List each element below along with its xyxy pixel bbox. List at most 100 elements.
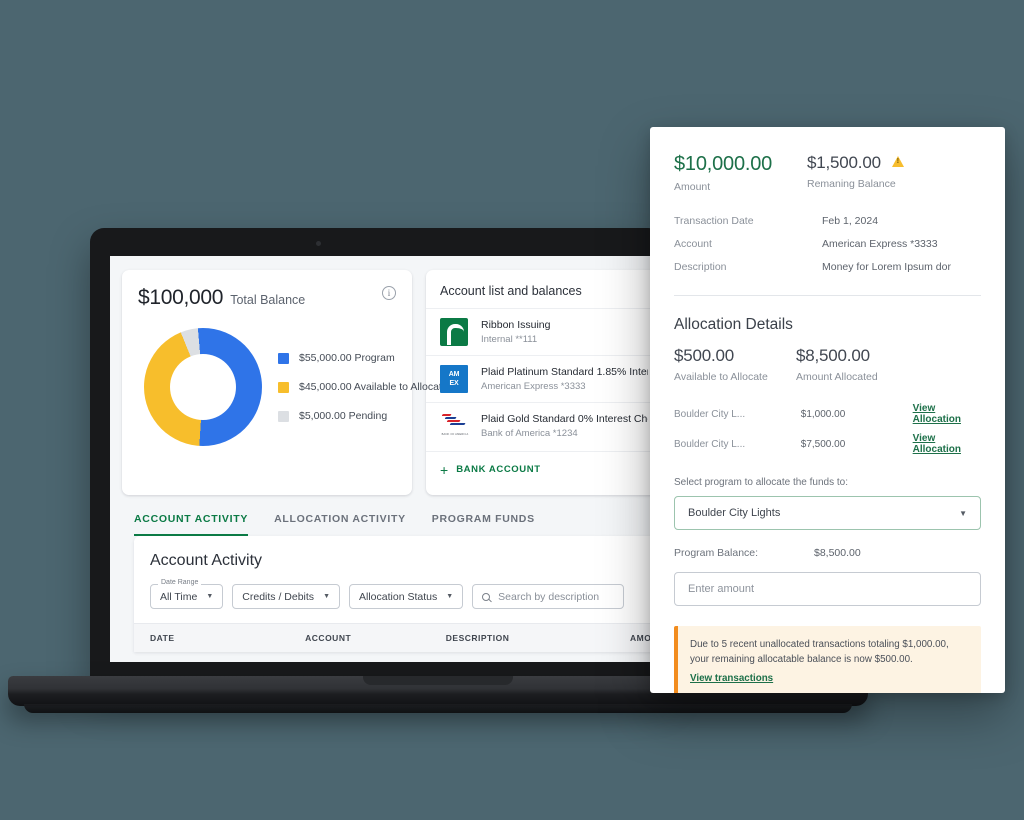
list-item[interactable]: Ribbon Issuing Internal **111: [426, 308, 662, 355]
allocation-amount: $1,000.00: [800, 408, 846, 420]
view-allocation-link[interactable]: View Allocation: [913, 403, 981, 425]
ribbon-logo-icon: [440, 318, 472, 346]
amount-allocated-value: $8,500.00: [796, 346, 870, 365]
allocation-details-title: Allocation Details: [674, 316, 793, 333]
legend-item: $45,000.00 Available to Allocate: [278, 381, 448, 393]
warning-triangle-icon: [892, 156, 905, 167]
chevron-down-icon: ▼: [959, 508, 967, 518]
tab-account-activity[interactable]: ACCOUNT ACTIVITY: [134, 513, 249, 536]
account-subtitle: Bank of America *1234: [481, 428, 578, 439]
credits-debits-filter[interactable]: Credits / Debits ▼: [232, 584, 340, 609]
bank-of-america-logo-icon: BANK OF AMERICA: [440, 412, 472, 440]
date-range-legend: Date Range: [158, 579, 202, 586]
page-title: Account Activity: [150, 552, 263, 569]
add-bank-account-button[interactable]: + BANK ACCOUNT: [426, 451, 662, 477]
legend-item: $55,000.00 Program: [278, 352, 448, 364]
legend-label: $55,000.00 Program: [299, 352, 395, 364]
search-placeholder: Search by description: [498, 590, 600, 603]
balance-breakdown: $55,000.00 Program $45,000.00 Available t…: [138, 328, 448, 446]
balance-header: $100,000 Total Balance: [138, 286, 396, 310]
search-input[interactable]: Search by description: [472, 584, 625, 609]
total-balance-card: $100,000 Total Balance i $55,000.00 Prog…: [122, 270, 448, 495]
date-range-value: All Time: [160, 590, 198, 603]
date-range-filter[interactable]: Date Range All Time ▼: [150, 579, 224, 609]
transaction-details-list: Transaction Date Feb 1, 2024 Account Ame…: [674, 215, 981, 273]
detail-key: Description: [674, 261, 727, 273]
transaction-amount-caption: Amount: [674, 181, 711, 193]
account-list-card: Account list and balances Ribbon Issuing…: [426, 270, 662, 495]
program-balance-row: Program Balance: $8,500.00: [674, 547, 981, 559]
donut-legend: $55,000.00 Program $45,000.00 Available t…: [278, 352, 448, 422]
column-header-account: ACCOUNT: [305, 633, 352, 643]
program-select-value: Boulder City Lights: [688, 507, 781, 519]
transaction-amount: $10,000.00: [674, 153, 773, 175]
search-icon: [482, 592, 491, 601]
amount-allocated-caption: Amount Allocated: [796, 371, 878, 383]
tab-allocation-activity[interactable]: ALLOCATION ACTIVITY: [274, 513, 406, 536]
allocation-summary: $500.00 Available to Allocate $8,500.00 …: [674, 346, 981, 383]
info-icon[interactable]: i: [382, 286, 396, 300]
legend-item: $5,000.00 Pending: [278, 410, 448, 422]
panel-divider: [674, 295, 981, 296]
available-to-allocate-value: $500.00: [674, 346, 735, 365]
activity-filters: Date Range All Time ▼ Credits / Debits ▼…: [134, 570, 662, 623]
legend-swatch: [278, 410, 289, 422]
allocation-amount: $7,500.00: [800, 438, 846, 450]
chevron-down-icon: ▼: [446, 593, 454, 600]
legend-label: $45,000.00 Available to Allocate: [299, 381, 448, 393]
detail-row: Account American Express *3333: [674, 238, 981, 250]
allocation-status-value: Allocation Status: [359, 590, 438, 603]
chevron-down-icon: ▼: [323, 593, 330, 600]
total-balance-label: Total Balance: [230, 293, 306, 307]
column-header-description: DESCRIPTION: [445, 633, 510, 643]
detail-value: Feb 1, 2024: [822, 215, 879, 227]
program-select-label: Select program to allocate the funds to:: [674, 477, 848, 488]
allocation-program-name: Boulder City L...: [674, 408, 746, 420]
detail-key: Account: [674, 238, 712, 250]
list-item[interactable]: BANK OF AMERICA Plaid Gold Standard 0% I…: [426, 402, 662, 449]
panel-amount-summary: $10,000.00 Amount $1,500.00 Remaning Bal…: [674, 153, 981, 193]
tab-program-funds[interactable]: PROGRAM FUNDS: [432, 513, 535, 536]
account-list-title: Account list and balances: [440, 284, 582, 298]
detail-row: Description Money for Lorem Ipsum dor: [674, 261, 981, 273]
credits-debits-value: Credits / Debits: [242, 590, 315, 603]
legend-swatch: [278, 381, 289, 393]
dashboard-tabs: ACCOUNT ACTIVITY ALLOCATION ACTIVITY PRO…: [134, 513, 662, 536]
program-balance-value: $8,500.00: [814, 547, 861, 559]
detail-row: Transaction Date Feb 1, 2024: [674, 215, 981, 227]
account-subtitle: Internal **111: [481, 334, 538, 345]
total-balance-amount: $100,000: [138, 286, 224, 309]
allocation-rows: Boulder City L... $1,000.00 View Allocat…: [674, 403, 981, 455]
table-row: Boulder City L... $1,000.00 View Allocat…: [674, 403, 981, 425]
webcam-icon: [316, 241, 321, 246]
program-select[interactable]: Boulder City Lights ▼: [674, 496, 981, 530]
remaining-balance-caption: Remaning Balance: [807, 178, 896, 190]
list-item[interactable]: AMEX Plaid Platinum Standard 1.85% Inter…: [426, 355, 662, 402]
program-balance-label: Program Balance:: [674, 547, 759, 559]
amount-input[interactable]: Enter amount: [674, 572, 981, 606]
transaction-detail-panel: $10,000.00 Amount $1,500.00 Remaning Bal…: [650, 127, 1005, 693]
allocation-program-name: Boulder City L...: [674, 438, 746, 450]
view-transactions-link[interactable]: View transactions: [690, 673, 773, 684]
view-allocation-link[interactable]: View Allocation: [913, 433, 981, 455]
balance-donut-chart: [144, 328, 262, 446]
account-subtitle: American Express *3333: [481, 381, 586, 392]
column-header-date: DATE: [150, 633, 175, 643]
banner-message: Due to 5 recent unallocated transactions…: [690, 639, 949, 666]
laptop-base-foot: [24, 704, 852, 713]
allocation-status-filter[interactable]: Allocation Status ▼: [349, 584, 464, 609]
table-row: Boulder City L... $7,500.00 View Allocat…: [674, 433, 981, 455]
detail-value: American Express *3333: [822, 238, 938, 250]
remaining-balance-value: $1,500.00: [807, 153, 881, 172]
amex-logo-icon: AM EX: [440, 365, 472, 393]
laptop-lid: $100,000 Total Balance i $55,000.00 Prog…: [90, 228, 662, 680]
add-bank-account-label: BANK ACCOUNT: [456, 464, 541, 475]
account-name: Plaid Gold Standard 0% Interest Checking: [481, 413, 648, 425]
unallocated-warning-banner: Due to 5 recent unallocated transactions…: [674, 626, 981, 693]
amount-input-placeholder: Enter amount: [688, 583, 755, 595]
activity-table-header: DATE ACCOUNT DESCRIPTION AMOU: [134, 623, 662, 652]
chevron-down-icon: ▼: [206, 593, 214, 600]
legend-swatch: [278, 352, 289, 364]
account-name: Plaid Platinum Standard 1.85% Interest M…: [481, 366, 648, 378]
detail-key: Transaction Date: [674, 215, 754, 227]
